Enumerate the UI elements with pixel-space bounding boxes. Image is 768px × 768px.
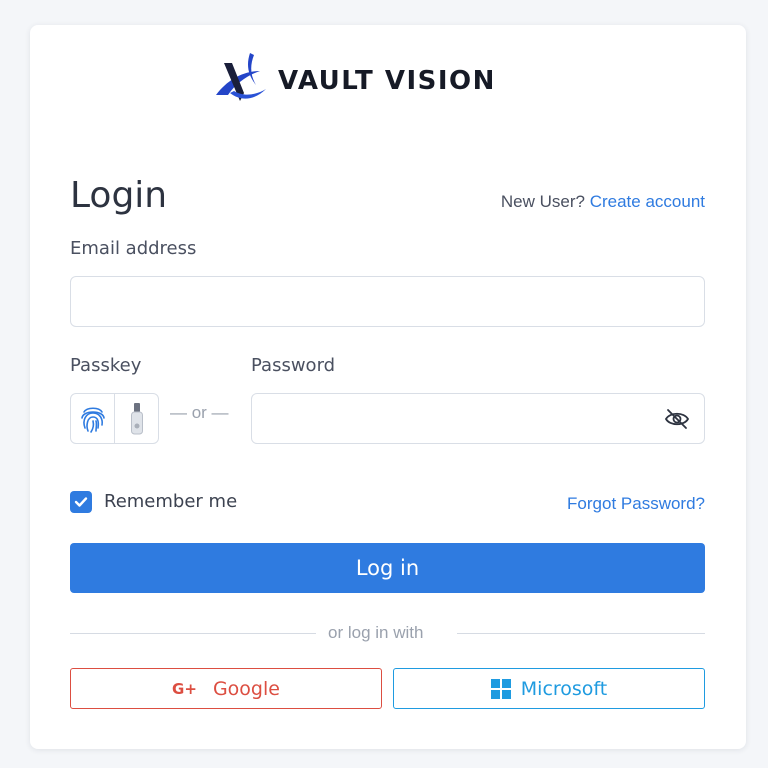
new-user-prompt: New User? Create account [501,192,705,212]
email-field-wrapper [70,276,705,327]
social-divider-text: or log in with [328,623,424,642]
security-key-icon [130,402,143,434]
email-label: Email address [70,238,197,259]
remember-me-label[interactable]: Remember me [104,491,237,512]
passkey-group [70,393,159,444]
brand-name: VAULT VISION [278,66,496,96]
fingerprint-icon [80,406,105,433]
checkmark-icon [74,497,88,507]
new-user-text: New User? [500,192,585,211]
divider-line-left [70,633,316,634]
vault-vision-logo-icon [216,53,266,101]
password-field-wrapper [251,393,705,444]
eye-slash-icon[interactable] [664,408,690,430]
security-key-passkey-button[interactable] [115,394,158,443]
email-field[interactable] [71,277,704,326]
password-label: Password [251,355,336,376]
passkey-label: Passkey [70,355,142,376]
google-login-button[interactable]: G+ Google [70,668,382,709]
divider-line-right [457,633,705,634]
google-plus-icon: G+ [172,679,197,698]
login-card: VAULT VISION Login New User? Create acco… [30,25,746,749]
windows-icon [490,678,511,699]
password-field[interactable] [252,394,704,443]
microsoft-login-label: Microsoft [520,677,608,700]
create-account-link[interactable]: Create account [590,192,705,211]
remember-me-checkbox[interactable] [70,491,92,513]
fingerprint-passkey-button[interactable] [71,394,115,443]
google-login-label: Google [212,677,280,700]
page-title: Login [70,175,168,216]
forgot-password-link[interactable]: Forgot Password? [567,494,705,514]
microsoft-login-button[interactable]: Microsoft [393,668,705,709]
brand-logo: VAULT VISION [210,49,566,109]
login-button[interactable]: Log in [70,543,705,593]
passkey-or-separator: — or — [170,403,229,422]
